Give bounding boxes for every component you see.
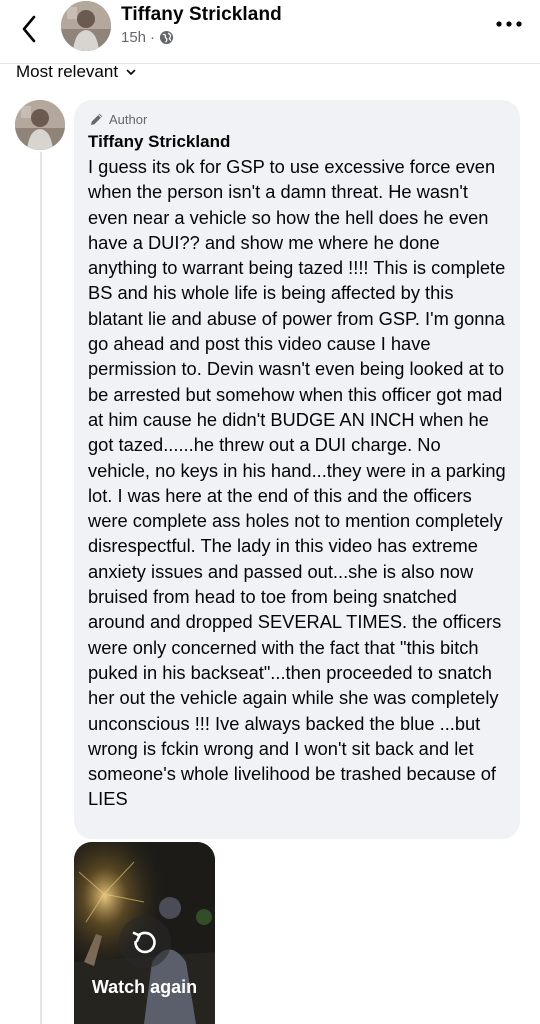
post-meta: 15h · [121, 29, 174, 46]
author-badge: Author [90, 111, 506, 127]
replay-icon [132, 931, 156, 954]
thread-line [40, 152, 42, 1024]
comment-text: I guess its ok for GSP to use excessive … [88, 156, 506, 810]
comment-author[interactable]: Tiffany Strickland [88, 132, 506, 152]
comment-avatar[interactable] [15, 100, 65, 150]
watch-again-label[interactable]: Watch again [74, 977, 215, 998]
back-button[interactable] [14, 14, 44, 44]
author-badge-label: Author [109, 111, 148, 127]
chevron-left-icon [22, 15, 36, 43]
pencil-icon [91, 113, 103, 125]
video-thumbnail[interactable]: Watch again [74, 842, 215, 1024]
sort-dropdown[interactable]: Most relevant [16, 62, 136, 82]
page-title[interactable]: Tiffany Strickland [121, 4, 282, 26]
meta-separator: · [150, 29, 156, 46]
comment-bubble: Author Tiffany Strickland I guess its ok… [74, 100, 520, 839]
chevron-down-icon [126, 69, 136, 75]
more-horizontal-icon [496, 21, 522, 27]
avatar[interactable] [61, 1, 111, 51]
replay-button[interactable] [119, 916, 171, 968]
globe-icon [159, 30, 174, 45]
post-header: Tiffany Strickland 15h · [0, 0, 540, 64]
sort-label: Most relevant [16, 62, 119, 81]
post-time[interactable]: 15h [121, 29, 146, 46]
more-options-button[interactable] [492, 12, 526, 36]
